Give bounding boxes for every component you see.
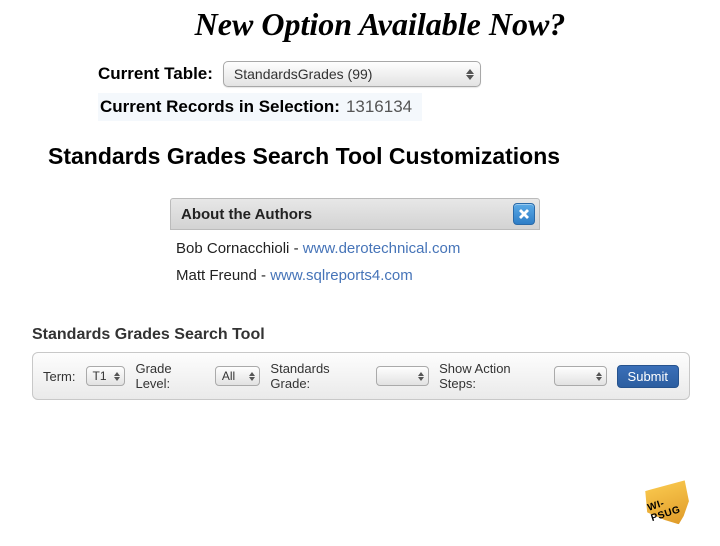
term-label: Term: bbox=[43, 369, 76, 384]
term-value: T1 bbox=[93, 369, 107, 383]
wi-psug-logo: WI-PSUG bbox=[641, 478, 700, 533]
authors-header: About the Authors bbox=[170, 198, 540, 230]
authors-header-label: About the Authors bbox=[181, 206, 312, 223]
author-name: Bob Cornacchioli bbox=[176, 240, 289, 257]
updown-icon bbox=[466, 69, 474, 80]
std-grade-label: Standards Grade: bbox=[270, 361, 366, 391]
current-table-label: Current Table: bbox=[98, 64, 213, 84]
author-link[interactable]: www.derotechnical.com bbox=[303, 240, 461, 257]
records-value: 1316134 bbox=[346, 97, 412, 117]
close-button[interactable] bbox=[513, 203, 535, 225]
records-label: Current Records in Selection: bbox=[100, 97, 340, 117]
close-icon bbox=[518, 208, 530, 220]
grade-value: All bbox=[222, 369, 235, 383]
grade-level-select[interactable]: All bbox=[215, 366, 261, 386]
steps-label: Show Action Steps: bbox=[439, 361, 543, 391]
current-table-select[interactable]: StandardsGrades (99) bbox=[223, 61, 481, 87]
author-sep: - bbox=[289, 240, 302, 257]
authors-body: Bob Cornacchioli - www.derotechnical.com… bbox=[170, 230, 540, 300]
current-table-value: StandardsGrades (99) bbox=[234, 66, 373, 82]
search-tool-section: Standards Grades Search Tool Term: T1 Gr… bbox=[32, 326, 690, 400]
current-table-block: Current Table: StandardsGrades (99) Curr… bbox=[98, 61, 720, 121]
submit-button[interactable]: Submit bbox=[617, 365, 679, 388]
tool-title: Standards Grades Search Tool bbox=[32, 326, 690, 344]
subtitle: Standards Grades Search Tool Customizati… bbox=[48, 143, 680, 170]
tool-bar: Term: T1 Grade Level: All Standards Grad… bbox=[32, 352, 690, 400]
standards-grade-select[interactable] bbox=[376, 366, 429, 386]
author-row: Bob Cornacchioli - www.derotechnical.com bbox=[176, 240, 534, 257]
current-table-row: Current Table: StandardsGrades (99) bbox=[98, 61, 720, 87]
updown-icon bbox=[418, 372, 424, 381]
updown-icon bbox=[596, 372, 602, 381]
author-name: Matt Freund bbox=[176, 267, 257, 284]
updown-icon bbox=[114, 372, 120, 381]
grade-label: Grade Level: bbox=[135, 361, 204, 391]
updown-icon bbox=[249, 372, 255, 381]
author-row: Matt Freund - www.sqlreports4.com bbox=[176, 267, 534, 284]
records-row: Current Records in Selection: 1316134 bbox=[98, 93, 422, 121]
author-sep: - bbox=[257, 267, 270, 284]
action-steps-select[interactable] bbox=[554, 366, 607, 386]
term-select[interactable]: T1 bbox=[86, 366, 126, 386]
page-title: New Option Available Now? bbox=[100, 6, 660, 43]
authors-block: About the Authors Bob Cornacchioli - www… bbox=[170, 198, 540, 300]
author-link[interactable]: www.sqlreports4.com bbox=[270, 267, 413, 284]
